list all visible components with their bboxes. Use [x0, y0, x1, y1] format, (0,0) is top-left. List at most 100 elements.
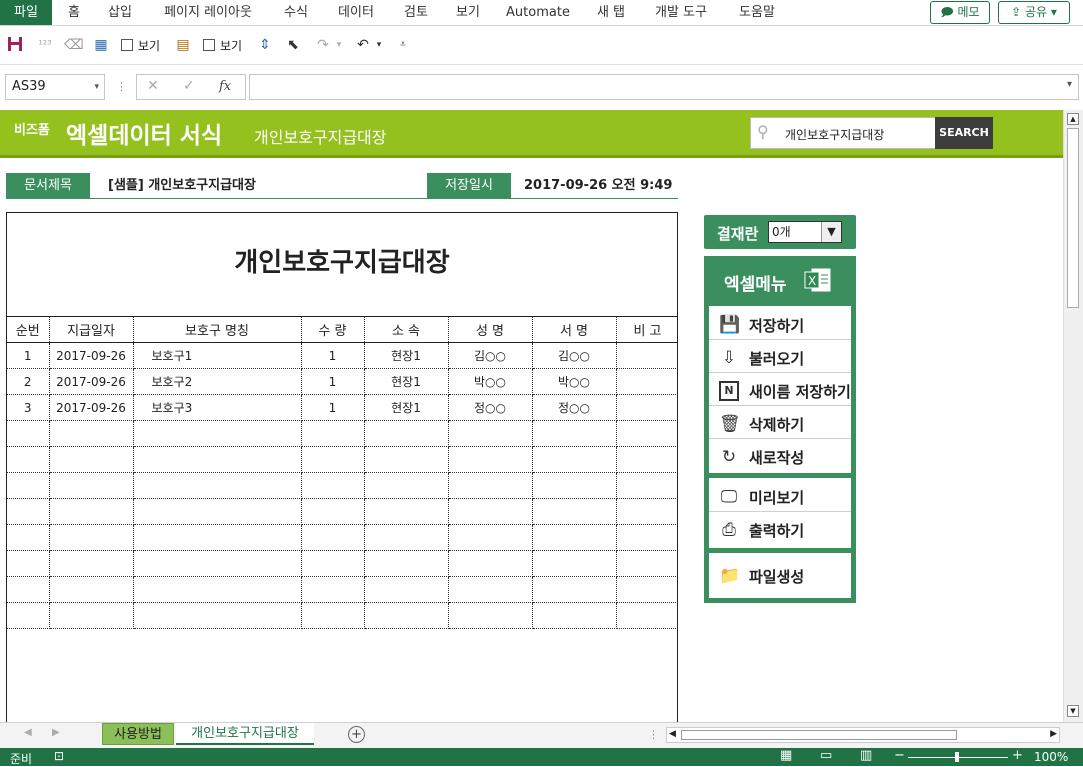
insert-function-icon[interactable]: fx: [219, 79, 231, 94]
table-cell[interactable]: [301, 420, 365, 447]
table-cell[interactable]: [7, 602, 50, 629]
table-cell[interactable]: 현장1: [364, 368, 449, 395]
table-cell[interactable]: 정○○: [532, 394, 617, 421]
table-cell[interactable]: 2: [7, 368, 50, 395]
column-header[interactable]: 보호구 명칭: [133, 316, 302, 343]
table-cell[interactable]: [364, 498, 449, 525]
menu-save[interactable]: 💾 저장하기: [709, 308, 851, 340]
resize-icon[interactable]: ⇕: [256, 36, 274, 54]
save-icon[interactable]: [6, 36, 24, 54]
add-sheet-icon[interactable]: +: [348, 726, 365, 743]
table-cell[interactable]: [448, 420, 533, 447]
sheet-tab-usage[interactable]: 사용방법: [102, 723, 174, 745]
column-header[interactable]: 서 명: [532, 316, 617, 343]
table-cell[interactable]: 2017-09-26: [49, 342, 134, 369]
table-cell[interactable]: 1: [7, 342, 50, 369]
table-cell[interactable]: [133, 550, 302, 577]
menu-new[interactable]: ↻ 새로작성: [709, 440, 851, 472]
table-cell[interactable]: [7, 498, 50, 525]
table-cell[interactable]: [7, 524, 50, 551]
table-cell[interactable]: [448, 524, 533, 551]
table-cell[interactable]: [49, 446, 134, 473]
table-cell[interactable]: 2017-09-26: [49, 394, 134, 421]
table-cell[interactable]: [7, 446, 50, 473]
table-cell[interactable]: [364, 420, 449, 447]
zoom-in-icon[interactable]: +: [1012, 748, 1023, 763]
column-header[interactable]: 순번: [7, 316, 50, 343]
table-cell[interactable]: 보호구3: [133, 394, 302, 421]
select-cursor-icon[interactable]: ⬉: [284, 36, 302, 54]
table-cell[interactable]: [301, 602, 365, 629]
table-cell[interactable]: [364, 550, 449, 577]
horizontal-scroll-thumb[interactable]: [681, 730, 957, 740]
menu-preview[interactable]: 🖵 미리보기: [709, 480, 851, 512]
tab-review[interactable]: 검토: [396, 0, 436, 25]
table-cell[interactable]: [7, 550, 50, 577]
table-cell[interactable]: [448, 472, 533, 499]
cancel-icon[interactable]: ✕: [147, 78, 159, 94]
table-cell[interactable]: [448, 446, 533, 473]
table-cell[interactable]: [301, 472, 365, 499]
table-cell[interactable]: [532, 576, 617, 603]
table-cell[interactable]: [49, 576, 134, 603]
table-cell[interactable]: 3: [7, 394, 50, 421]
table-cell[interactable]: 1: [301, 342, 365, 369]
table-cell[interactable]: [532, 472, 617, 499]
confirm-icon[interactable]: ✓: [183, 78, 195, 94]
tab-next-icon[interactable]: ▶: [52, 727, 60, 738]
customize-qat-icon[interactable]: ⩡: [394, 36, 412, 54]
table-cell[interactable]: [616, 368, 677, 395]
table-cell[interactable]: [448, 498, 533, 525]
approval-select[interactable]: 0개 ▼: [768, 221, 842, 243]
table-cell[interactable]: [532, 498, 617, 525]
table-cell[interactable]: [49, 524, 134, 551]
view-checkbox-1[interactable]: [121, 39, 133, 51]
table-cell[interactable]: 정○○: [448, 394, 533, 421]
table-cell[interactable]: [616, 524, 677, 551]
table-cell[interactable]: [364, 446, 449, 473]
table-cell[interactable]: [364, 602, 449, 629]
vertical-scrollbar[interactable]: ▲ ▼: [1063, 110, 1083, 722]
table-cell[interactable]: [49, 602, 134, 629]
table-cell[interactable]: [448, 550, 533, 577]
table-cell[interactable]: [133, 602, 302, 629]
table-cell[interactable]: [49, 498, 134, 525]
table-cell[interactable]: 1: [301, 368, 365, 395]
tab-new-tab[interactable]: 새 탭: [588, 0, 634, 25]
formula-input[interactable]: ▾: [249, 74, 1079, 100]
table-cell[interactable]: [448, 576, 533, 603]
name-box[interactable]: AS39 ▾: [5, 74, 105, 100]
undo-dropdown-icon[interactable]: ▾: [370, 36, 388, 54]
tab-file[interactable]: 파일: [0, 0, 52, 25]
view-checkbox-2[interactable]: [203, 39, 215, 51]
table-cell[interactable]: 2017-09-26: [49, 368, 134, 395]
table-cell[interactable]: [133, 498, 302, 525]
table-cell[interactable]: [532, 550, 617, 577]
table-cell[interactable]: [49, 550, 134, 577]
table-cell[interactable]: 현장1: [364, 342, 449, 369]
scroll-left-icon[interactable]: ◀: [669, 729, 676, 739]
number-format-icon[interactable]: ¹²³: [36, 36, 54, 54]
table-cell[interactable]: 박○○: [532, 368, 617, 395]
table-cell[interactable]: [616, 550, 677, 577]
table-cell[interactable]: [7, 420, 50, 447]
vertical-scroll-thumb[interactable]: [1067, 128, 1079, 308]
column-header[interactable]: 성 명: [448, 316, 533, 343]
table-cell[interactable]: 보호구2: [133, 368, 302, 395]
horizontal-scrollbar[interactable]: ◀ ▶: [666, 727, 1060, 743]
table-cell[interactable]: [616, 394, 677, 421]
menu-create-file[interactable]: 📁 파일생성: [709, 559, 851, 591]
table-cell[interactable]: [616, 446, 677, 473]
share-button[interactable]: ⇪ 공유 ▾: [998, 1, 1070, 24]
table-cell[interactable]: [364, 472, 449, 499]
zoom-out-icon[interactable]: −: [894, 748, 905, 763]
table-cell[interactable]: [301, 498, 365, 525]
table-cell[interactable]: [532, 524, 617, 551]
accessibility-icon[interactable]: ⊡: [54, 749, 64, 763]
zoom-level[interactable]: 100%: [1034, 750, 1068, 764]
tab-data[interactable]: 데이터: [330, 0, 382, 25]
menu-print[interactable]: ⎙ 출력하기: [709, 513, 851, 545]
table-cell[interactable]: [49, 420, 134, 447]
table-cell[interactable]: [49, 472, 134, 499]
tab-developer[interactable]: 개발 도구: [646, 0, 716, 25]
